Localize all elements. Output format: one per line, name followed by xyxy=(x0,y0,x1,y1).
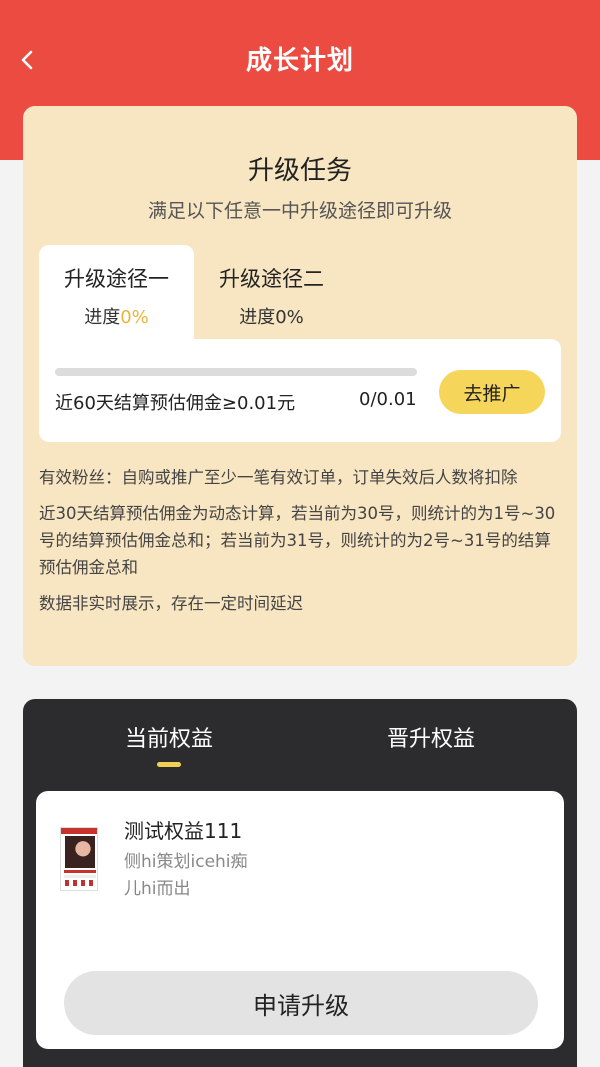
page-title: 成长计划 xyxy=(245,46,354,76)
benefit-content-panel: 测试权益111 侧hi策划icehi痴儿hi而出 申请升级 xyxy=(36,791,564,1049)
tab-path-one-label: 升级途径一 xyxy=(64,267,169,291)
benefit-thumbnail-image xyxy=(60,827,98,891)
note-item: 有效粉丝：自购或推广至少一笔有效订单，订单失效后人数将扣除 xyxy=(39,468,518,487)
tab-current-benefits[interactable]: 当前权益 xyxy=(79,721,259,753)
tab-path-two-progress: 进度0% xyxy=(239,307,304,328)
requirement-panel: 近60天结算预估佣金≥0.01元 0/0.01 去推广 xyxy=(39,339,561,442)
requirement-text: 近60天结算预估佣金≥0.01元 xyxy=(55,393,296,414)
benefit-description: 侧hi策划icehi痴儿hi而出 xyxy=(124,852,248,899)
task-notes: 有效粉丝：自购或推广至少一笔有效订单，订单失效后人数将扣除 近30天结算预估佣金… xyxy=(39,464,563,626)
apply-upgrade-button[interactable]: 申请升级 xyxy=(64,971,538,1035)
benefit-name: 测试权益111 xyxy=(124,819,243,843)
requirement-count: 0/0.01 xyxy=(359,389,417,410)
tab-promotion-benefits[interactable]: 晋升权益 xyxy=(341,721,521,753)
requirement-progress-bar xyxy=(55,368,417,376)
promote-button[interactable]: 去推广 xyxy=(439,370,545,414)
tab-path-one-progress: 进度0% xyxy=(84,307,149,328)
task-title: 升级任务 xyxy=(247,156,352,186)
note-item: 近30天结算预估佣金为动态计算，若当前为30号，则统计的为1号~30号的结算预估… xyxy=(39,504,556,577)
benefits-card: 当前权益 晋升权益 测试权益111 侧hi策划icehi痴儿hi而出 申请升级 xyxy=(23,699,577,1067)
upgrade-task-card: 升级任务 满足以下任意一中升级途径即可升级 升级途径一 进度0% 升级途径二 进… xyxy=(23,106,577,666)
task-subtitle: 满足以下任意一中升级途径即可升级 xyxy=(147,200,452,222)
note-item: 数据非实时展示，存在一定时间延迟 xyxy=(39,594,303,613)
tab-path-two-label: 升级途径二 xyxy=(219,267,324,291)
tab-path-two[interactable]: 升级途径二 进度0% xyxy=(194,245,349,341)
tab-path-one[interactable]: 升级途径一 进度0% xyxy=(39,245,194,341)
active-tab-indicator xyxy=(157,762,181,767)
